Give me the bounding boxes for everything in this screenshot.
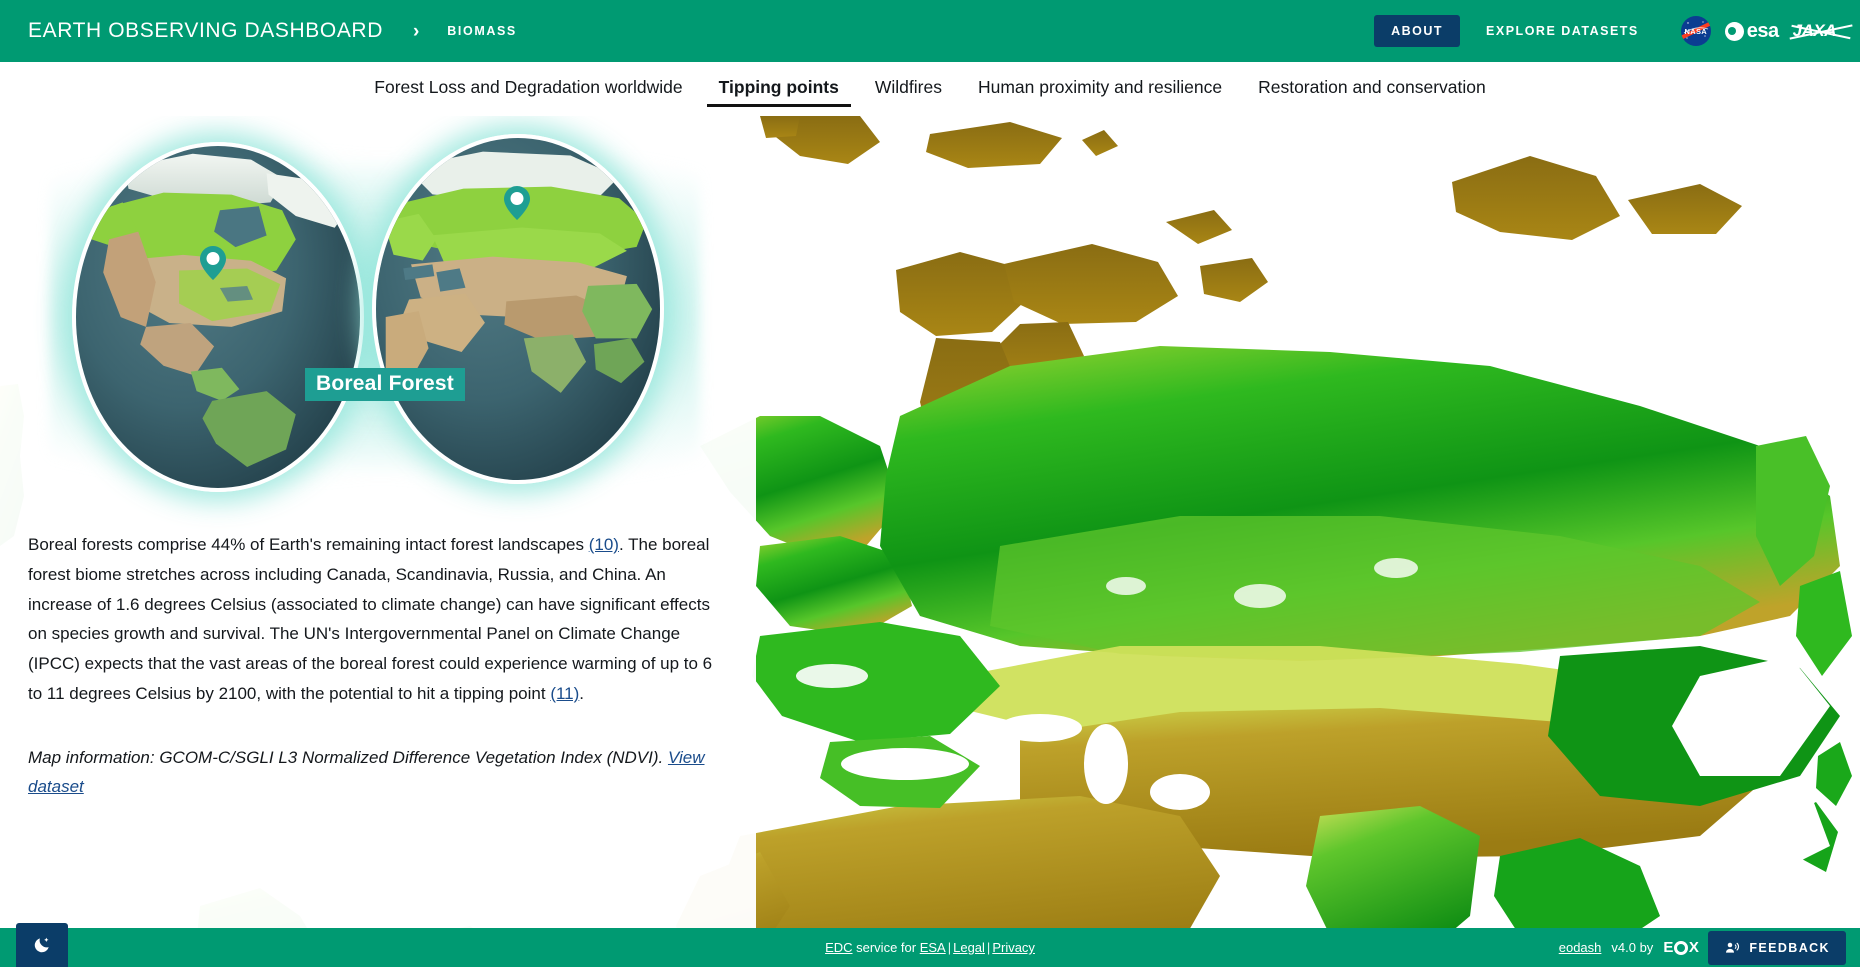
section-tabs: Forest Loss and Degradation worldwide Ti… [0,62,1860,116]
boreal-forest-label: Boreal Forest [305,368,465,401]
esa-logo-text: esa [1746,20,1779,42]
tab-wildfires[interactable]: Wildfires [863,71,954,107]
reference-link-11[interactable]: (11) [550,684,579,703]
globe-eurasia [372,134,664,484]
footer-service-text: service for [852,940,920,955]
jaxa-logo-text: JAXA [1792,21,1837,40]
story-panel: Boreal Forest Boreal forests comprise 44… [0,116,756,928]
boreal-forest-illustration: Boreal Forest [0,116,756,516]
footer-separator-1: | [947,940,952,955]
privacy-link[interactable]: Privacy [992,940,1035,955]
tab-restoration[interactable]: Restoration and conservation [1246,71,1498,107]
boreal-forest-paragraph: Boreal forests comprise 44% of Earth's r… [28,530,726,709]
about-button[interactable]: ABOUT [1374,15,1461,47]
globe-americas [72,142,364,492]
tab-forest-loss[interactable]: Forest Loss and Degradation worldwide [362,71,694,107]
edc-link[interactable]: EDC [825,940,852,955]
eox-eye-icon [1673,940,1688,955]
legal-link[interactable]: Legal [953,940,985,955]
map-pin-icon-americas [200,246,226,280]
tab-tipping-points[interactable]: Tipping points [706,71,851,107]
paragraph-part-2: . The boreal forest biome stretches acro… [28,535,713,703]
map-pin-icon-eurasia [504,186,530,220]
jaxa-logo[interactable]: JAXA [1792,21,1837,41]
map-information-label: Map information: GCOM-C/SGLI L3 Normaliz… [28,747,668,767]
globe-americas-land [89,153,351,467]
tab-human-proximity[interactable]: Human proximity and resilience [966,71,1234,107]
esa-mark-icon [1724,21,1744,41]
header-actions: ABOUT EXPLORE DATASETS NASA esa JAXA [1374,15,1860,47]
top-header: EARTH OBSERVING DASHBOARD › BIOMASS ABOU… [0,0,1860,62]
explore-datasets-button[interactable]: EXPLORE DATASETS [1470,15,1655,47]
nasa-logo-text: NASA [1684,26,1707,36]
agency-logos: NASA esa JAXA [1680,16,1837,46]
breadcrumb-current[interactable]: BIOMASS [447,24,517,38]
footer-separator-2: | [986,940,991,955]
footer-links: EDC service for ESA | Legal | Privacy [0,940,1860,955]
map-information: Map information: GCOM-C/SGLI L3 Normaliz… [28,743,726,803]
esa-link[interactable]: ESA [920,940,946,955]
app-root: EARTH OBSERVING DASHBOARD › BIOMASS ABOU… [0,0,1860,967]
paragraph-part-3: . [579,683,585,703]
brand-title[interactable]: EARTH OBSERVING DASHBOARD [28,19,383,43]
story-text: Boreal forests comprise 44% of Earth's r… [0,516,756,802]
esa-logo[interactable]: esa [1724,20,1779,42]
reference-link-10[interactable]: (10) [589,535,619,554]
footer-bar: EDC service for ESA | Legal | Privacy eodash… [0,923,1860,967]
breadcrumb-chevron-icon: › [412,20,420,42]
paragraph-part-1: Boreal forests comprise 44% of Earth's r… [28,535,589,554]
nasa-logo[interactable]: NASA [1680,16,1711,46]
